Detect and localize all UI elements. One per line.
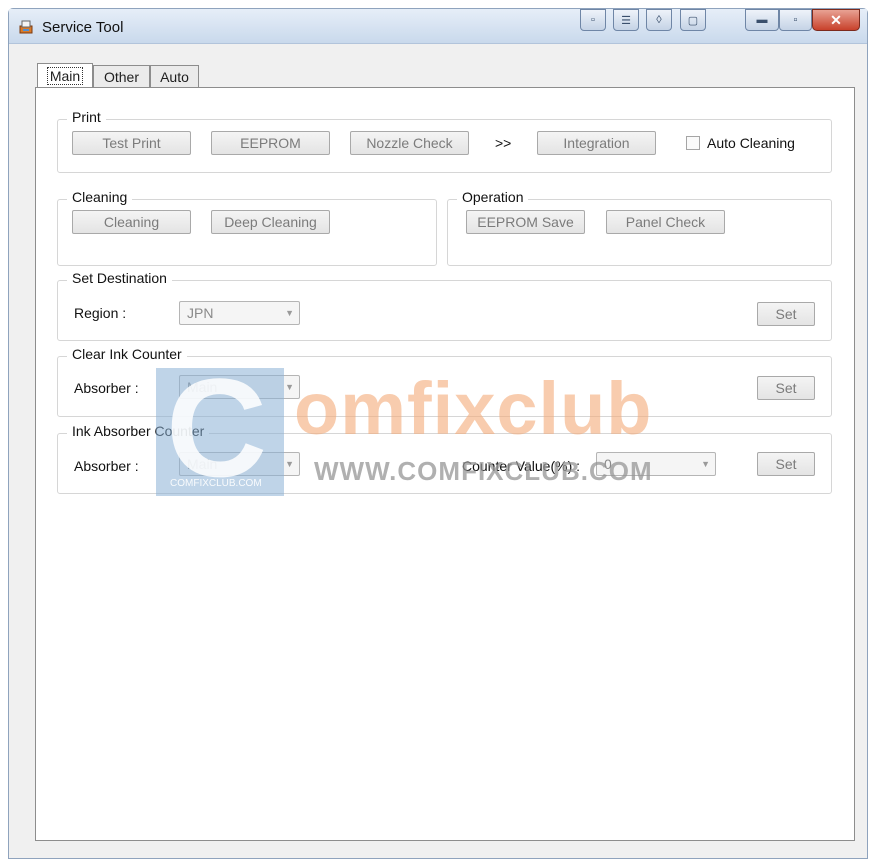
- operation-group-title: Operation: [457, 189, 529, 205]
- minimize-button[interactable]: ▬: [745, 9, 779, 31]
- title-bar: Service Tool ▫ ☰ ◊ ▢ ▬ ▫ ✕: [9, 9, 867, 44]
- nozzle-check-button[interactable]: Nozzle Check: [350, 131, 469, 155]
- toolbar-window-icon[interactable]: ▢: [680, 9, 706, 31]
- tab-main-label: Main: [46, 67, 84, 85]
- deep-cleaning-button[interactable]: Deep Cleaning: [211, 210, 330, 234]
- eeprom-save-button[interactable]: EEPROM Save: [466, 210, 585, 234]
- close-button[interactable]: ✕: [812, 9, 860, 31]
- clear-ink-counter-group: Clear Ink Counter: [57, 346, 832, 417]
- set-destination-group: Set Destination: [57, 270, 832, 341]
- chevron-down-icon: ▼: [285, 308, 294, 318]
- window-title: Service Tool: [42, 19, 124, 36]
- eeprom-button[interactable]: EEPROM: [211, 131, 330, 155]
- toolbar-restore-mini-icon[interactable]: ☰: [613, 9, 639, 31]
- clear-absorber-select-value: Main: [187, 379, 218, 395]
- tab-main[interactable]: Main: [37, 63, 93, 88]
- main-tab-panel: Print Test Print EEPROM Nozzle Check >> …: [35, 87, 855, 841]
- clear-ink-counter-set-button[interactable]: Set: [757, 376, 815, 400]
- auto-cleaning-label: Auto Cleaning: [707, 135, 795, 151]
- service-tool-window: Service Tool ▫ ☰ ◊ ▢ ▬ ▫ ✕ Main Other Au…: [8, 8, 868, 859]
- chevron-down-icon: ▼: [285, 382, 294, 392]
- test-print-button[interactable]: Test Print: [72, 131, 191, 155]
- counter-value-select-value: 0: [604, 456, 612, 472]
- auto-cleaning-checkbox[interactable]: [686, 136, 700, 150]
- region-select-value: JPN: [187, 305, 214, 321]
- tab-auto[interactable]: Auto: [150, 65, 199, 87]
- maximize-button[interactable]: ▫: [779, 9, 812, 31]
- clear-absorber-select[interactable]: Main ▼: [179, 375, 300, 399]
- integration-button[interactable]: Integration: [537, 131, 656, 155]
- cleaning-group-title: Cleaning: [67, 189, 133, 205]
- tab-other[interactable]: Other: [93, 65, 150, 87]
- absorber-select-value: Main: [187, 456, 218, 472]
- printer-icon: [19, 20, 33, 34]
- panel-check-button[interactable]: Panel Check: [606, 210, 725, 234]
- set-destination-set-button[interactable]: Set: [757, 302, 815, 326]
- counter-value-select[interactable]: 0 ▼: [596, 452, 716, 476]
- clear-absorber-label: Absorber :: [74, 380, 139, 396]
- print-group-title: Print: [67, 109, 106, 125]
- toolbar-pin-icon[interactable]: ◊: [646, 9, 672, 31]
- region-label: Region :: [74, 305, 127, 321]
- region-select[interactable]: JPN ▼: [179, 301, 300, 325]
- counter-value-label: Counter Value(%) :: [462, 458, 581, 474]
- ink-absorber-counter-group-title: Ink Absorber Counter: [67, 423, 210, 439]
- chevron-down-icon: ▼: [285, 459, 294, 469]
- toolbar-minimize-mini-icon[interactable]: ▫: [580, 9, 606, 31]
- absorber-label: Absorber :: [74, 458, 139, 474]
- chevron-down-icon: ▼: [701, 459, 710, 469]
- absorber-select[interactable]: Main ▼: [179, 452, 300, 476]
- arrow-label: >>: [495, 135, 512, 151]
- clear-ink-counter-group-title: Clear Ink Counter: [67, 346, 187, 362]
- ink-absorber-set-button[interactable]: Set: [757, 452, 815, 476]
- set-destination-group-title: Set Destination: [67, 270, 172, 286]
- cleaning-button[interactable]: Cleaning: [72, 210, 191, 234]
